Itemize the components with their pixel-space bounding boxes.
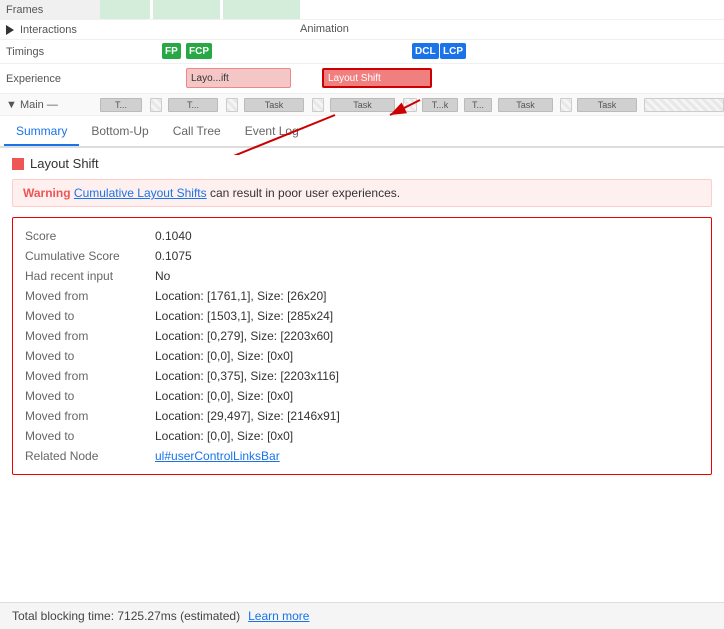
warning-banner: Warning Cumulative Layout Shifts can res…: [12, 179, 712, 207]
task-6: [312, 98, 324, 112]
score-label-6: Moved to: [25, 349, 155, 363]
score-value-1: 0.1075: [155, 249, 192, 263]
tab-summary[interactable]: Summary: [4, 118, 79, 146]
frames-content: 467.0 ms 292.6 ms 366.0 ms 328.4: [100, 0, 724, 19]
timings-label: Timings: [0, 46, 100, 58]
score-row-5: Moved from Location: [0,279], Size: [220…: [25, 326, 699, 346]
interactions-content: Animation: [100, 20, 724, 39]
tab-call-tree[interactable]: Call Tree: [161, 118, 233, 146]
layout-shift-light[interactable]: Layo...ift: [186, 68, 291, 88]
animation-label: Animation: [300, 23, 349, 35]
task-12: [560, 98, 572, 112]
experience-content: Layo...ift Layout Shift: [100, 64, 724, 93]
task-14: [644, 98, 724, 112]
frame-bg: [100, 0, 724, 19]
detail-title-text: Layout Shift: [30, 156, 99, 171]
score-label-7: Moved from: [25, 369, 155, 383]
dcl-badge[interactable]: DCL: [412, 43, 439, 59]
score-row-0: Score 0.1040: [25, 226, 699, 246]
task-8: [403, 98, 417, 112]
warning-text: can result in poor user experiences.: [210, 186, 400, 200]
score-row-8: Moved to Location: [0,0], Size: [0x0]: [25, 386, 699, 406]
score-value-11[interactable]: ul#userControlLinksBar: [155, 449, 280, 463]
score-row-6: Moved to Location: [0,0], Size: [0x0]: [25, 346, 699, 366]
tab-bottom-up[interactable]: Bottom-Up: [79, 118, 160, 146]
score-value-9: Location: [29,497], Size: [2146x91]: [155, 409, 340, 423]
warning-link[interactable]: Cumulative Layout Shifts: [74, 186, 207, 200]
task-3[interactable]: T...: [168, 98, 218, 112]
task-4: [226, 98, 238, 112]
lcp-badge[interactable]: LCP: [440, 43, 466, 59]
warning-label: Warning: [23, 186, 71, 200]
bottom-bar: Total blocking time: 7125.27ms (estimate…: [0, 602, 724, 629]
task-2: [150, 98, 162, 112]
score-row-1: Cumulative Score 0.1075: [25, 246, 699, 266]
task-11[interactable]: Task: [498, 98, 553, 112]
score-label-10: Moved to: [25, 429, 155, 443]
task-13[interactable]: Task: [577, 98, 637, 112]
score-row-2: Had recent input No: [25, 266, 699, 286]
score-label-4: Moved to: [25, 309, 155, 323]
layout-shift-highlighted[interactable]: Layout Shift: [322, 68, 432, 88]
task-7[interactable]: Task: [330, 98, 395, 112]
score-row-4: Moved to Location: [1503,1], Size: [285x…: [25, 306, 699, 326]
main-row: ▼ Main — T... T... Task Task T...k T... …: [0, 94, 724, 116]
score-label-3: Moved from: [25, 289, 155, 303]
interactions-expand-icon[interactable]: [6, 25, 14, 35]
score-row-3: Moved from Location: [1761,1], Size: [26…: [25, 286, 699, 306]
score-label-1: Cumulative Score: [25, 249, 155, 263]
footer-text: Total blocking time: 7125.27ms (estimate…: [12, 609, 240, 623]
details-section: Layout Shift Warning Cumulative Layout S…: [0, 148, 724, 483]
task-1[interactable]: T...: [100, 98, 142, 112]
score-row-10: Moved to Location: [0,0], Size: [0x0]: [25, 426, 699, 446]
score-value-7: Location: [0,375], Size: [2203x116]: [155, 369, 339, 383]
interactions-row: Interactions Animation: [0, 20, 724, 40]
timings-content: FP FCP DCL LCP: [100, 40, 724, 63]
frames-label: Frames: [0, 4, 100, 16]
score-label-5: Moved from: [25, 329, 155, 343]
score-value-10: Location: [0,0], Size: [0x0]: [155, 429, 293, 443]
experience-row: Experience Layo...ift Layout Shift: [0, 64, 724, 94]
score-label-8: Moved to: [25, 389, 155, 403]
score-label-2: Had recent input: [25, 269, 155, 283]
timings-label-text: Timings: [6, 46, 44, 58]
score-row-11: Related Node ul#userControlLinksBar: [25, 446, 699, 466]
score-row-7: Moved from Location: [0,375], Size: [220…: [25, 366, 699, 386]
experience-label: Experience: [0, 73, 100, 85]
interactions-label: Interactions: [0, 24, 100, 36]
timeline-wrapper: Frames 467.0 ms 292.6 ms 366.0 ms 328.4 …: [0, 0, 724, 116]
task-10[interactable]: T...: [464, 98, 492, 112]
main-content: T... T... Task Task T...k T... Task Task: [100, 94, 724, 115]
fp-badge[interactable]: FP: [162, 43, 181, 59]
score-value-8: Location: [0,0], Size: [0x0]: [155, 389, 293, 403]
score-value-2: No: [155, 269, 170, 283]
main-label-text: ▼ Main —: [6, 99, 58, 111]
score-value-4: Location: [1503,1], Size: [285x24]: [155, 309, 333, 323]
score-label-0: Score: [25, 229, 155, 243]
score-value-0: 0.1040: [155, 229, 192, 243]
score-label-11: Related Node: [25, 449, 155, 463]
score-label-9: Moved from: [25, 409, 155, 423]
task-9[interactable]: T...k: [422, 98, 458, 112]
task-5[interactable]: Task: [244, 98, 304, 112]
frames-row: Frames 467.0 ms 292.6 ms 366.0 ms 328.4: [0, 0, 724, 20]
score-value-5: Location: [0,279], Size: [2203x60]: [155, 329, 333, 343]
tabs-bar: Summary Bottom-Up Call Tree Event Log: [0, 116, 724, 148]
experience-label-text: Experience: [6, 73, 61, 85]
frames-label-text: Frames: [6, 4, 43, 16]
main-label: ▼ Main —: [0, 99, 100, 111]
details-title: Layout Shift: [12, 156, 712, 171]
score-value-3: Location: [1761,1], Size: [26x20]: [155, 289, 326, 303]
interactions-label-text: Interactions: [20, 24, 77, 36]
score-row-9: Moved from Location: [29,497], Size: [21…: [25, 406, 699, 426]
score-value-6: Location: [0,0], Size: [0x0]: [155, 349, 293, 363]
timings-row: Timings FP FCP DCL LCP: [0, 40, 724, 64]
red-square-icon: [12, 158, 24, 170]
score-table: Score 0.1040 Cumulative Score 0.1075 Had…: [12, 217, 712, 475]
fcp-badge[interactable]: FCP: [186, 43, 212, 59]
tab-event-log[interactable]: Event Log: [233, 118, 311, 146]
learn-more-link[interactable]: Learn more: [248, 609, 309, 623]
